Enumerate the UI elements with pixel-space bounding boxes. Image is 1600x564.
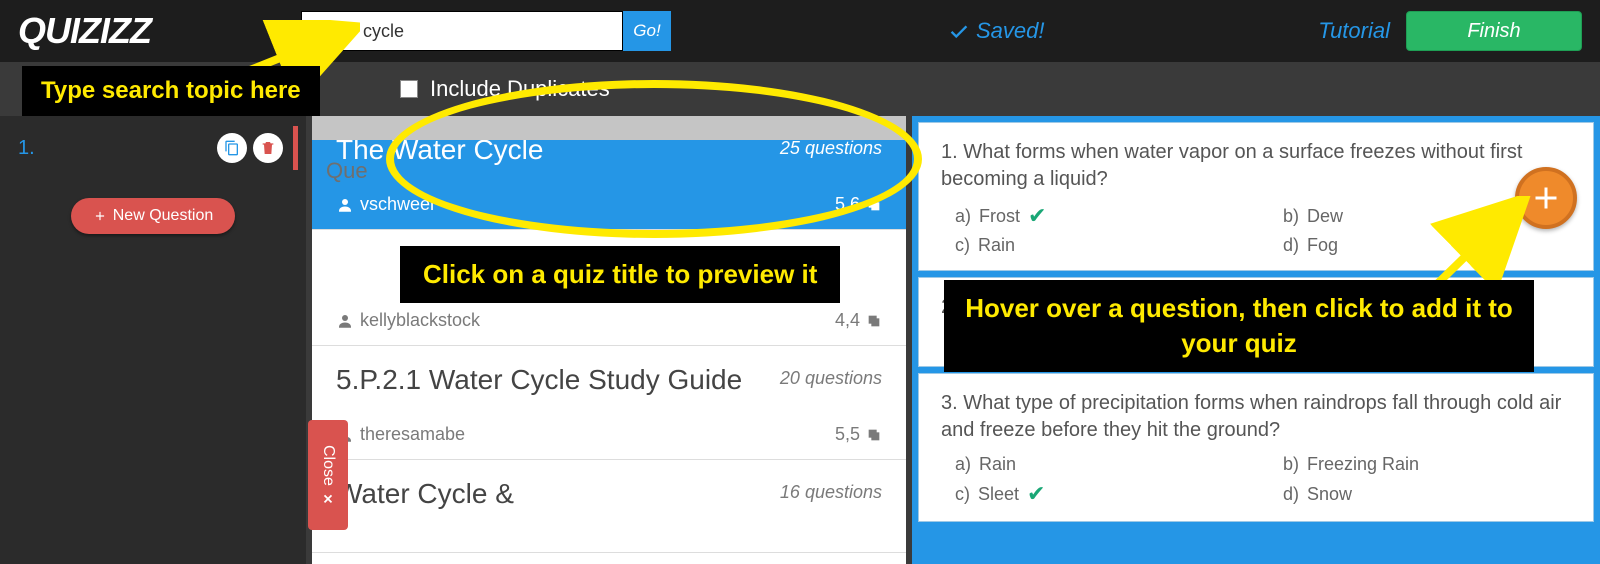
question-number: 1. bbox=[18, 137, 35, 160]
check-icon: ✔ bbox=[1028, 203, 1046, 229]
answer-option: d) Snow bbox=[1283, 481, 1571, 507]
quiz-score: 5,6 bbox=[835, 194, 882, 215]
answer-option: b) Freezing Rain bbox=[1283, 454, 1571, 475]
search-input[interactable] bbox=[301, 11, 623, 51]
quiz-question-count: 16 questions bbox=[780, 482, 882, 503]
question-text: 3. What type of precipitation forms when… bbox=[941, 390, 1571, 444]
new-question-button[interactable]: New Question bbox=[71, 198, 235, 234]
answer-option: d) Fog bbox=[1283, 235, 1571, 256]
plus-icon bbox=[1528, 180, 1564, 216]
question-actions bbox=[217, 133, 283, 163]
copy-icon bbox=[224, 140, 240, 156]
copy-question-button[interactable] bbox=[217, 133, 247, 163]
answer-option: a) Rain bbox=[955, 454, 1243, 475]
answer-option: a) Frost ✔ bbox=[955, 203, 1243, 229]
app-header: QUIZIZZ Go! Saved! Tutorial Finish bbox=[0, 0, 1600, 62]
close-icon bbox=[321, 491, 335, 505]
quiz-question-count: 25 questions bbox=[780, 138, 882, 159]
answer-grid: a) Frost ✔ b) Dew c) Rain d) Fog bbox=[941, 203, 1571, 256]
sidebar: 1. New Question bbox=[0, 116, 306, 564]
close-label: Close bbox=[319, 445, 337, 486]
quiz-meta: vschweer 5,6 bbox=[336, 194, 882, 215]
quiz-meta: theresamabe 5,5 bbox=[336, 424, 882, 445]
quiz-score-value: 5,5 bbox=[835, 424, 860, 445]
question-text: 1. What forms when water vapor on a surf… bbox=[941, 139, 1571, 193]
quiz-list: The Water Cycle 25 questions vschweer 5,… bbox=[312, 116, 906, 564]
quiz-author-name: kellyblackstock bbox=[360, 310, 480, 331]
question-preview[interactable]: 3. What type of precipitation forms when… bbox=[918, 373, 1594, 522]
user-icon bbox=[336, 312, 354, 330]
saved-status: Saved! bbox=[948, 18, 1045, 44]
include-duplicates-checkbox[interactable] bbox=[400, 80, 418, 98]
questions-tab-label: Que bbox=[326, 158, 368, 184]
stack-icon bbox=[866, 427, 882, 443]
quiz-score-value: 5,6 bbox=[835, 194, 860, 215]
check-icon: ✔ bbox=[1027, 481, 1045, 507]
stack-icon bbox=[866, 313, 882, 329]
include-duplicates-label: Include Duplicates bbox=[430, 76, 610, 102]
quizizz-logo: QUIZIZZ bbox=[18, 10, 151, 52]
question-row[interactable]: 1. bbox=[8, 126, 298, 170]
answer-option: c) Sleet ✔ bbox=[955, 481, 1243, 507]
quiz-score: 5,5 bbox=[835, 424, 882, 445]
question-preview[interactable]: 1. What forms when water vapor on a surf… bbox=[918, 122, 1594, 271]
plus-icon bbox=[93, 209, 107, 223]
quiz-author-name: theresamabe bbox=[360, 424, 465, 445]
quiz-results-panel: Que The Water Cycle 25 questions vschwee… bbox=[306, 116, 912, 564]
quiz-meta: kellyblackstock 4,4 bbox=[336, 310, 882, 331]
quiz-author: vschweer bbox=[336, 194, 436, 215]
quiz-result[interactable]: 5.P.2.1 Water Cycle Study Guide 20 quest… bbox=[312, 346, 906, 460]
stack-icon bbox=[866, 197, 882, 213]
quiz-author: kellyblackstock bbox=[336, 310, 480, 331]
quiz-author-name: vschweer bbox=[360, 194, 436, 215]
search-wrap: Go! bbox=[301, 11, 671, 51]
add-question-button[interactable] bbox=[1515, 167, 1577, 229]
saved-label: Saved! bbox=[976, 18, 1045, 44]
annotation-quiz-title: Click on a quiz title to preview it bbox=[400, 246, 840, 303]
finish-button[interactable]: Finish bbox=[1406, 11, 1582, 51]
quiz-result[interactable]: Water Cycle & 16 questions bbox=[312, 460, 906, 553]
answer-option: c) Rain bbox=[955, 235, 1243, 256]
delete-question-button[interactable] bbox=[253, 133, 283, 163]
check-icon bbox=[948, 20, 970, 42]
close-panel-button[interactable]: Close bbox=[308, 420, 348, 530]
user-icon bbox=[336, 196, 354, 214]
tutorial-link[interactable]: Tutorial bbox=[1318, 18, 1390, 44]
quiz-author: theresamabe bbox=[336, 424, 465, 445]
trash-icon bbox=[260, 140, 276, 156]
annotation-search: Type search topic here bbox=[22, 66, 320, 116]
panel-shade bbox=[312, 116, 906, 140]
annotation-hover-add: Hover over a question, then click to add… bbox=[944, 280, 1534, 372]
new-question-label: New Question bbox=[113, 207, 214, 225]
quiz-score-value: 4,4 bbox=[835, 310, 860, 331]
quiz-question-count: 20 questions bbox=[780, 368, 882, 389]
quiz-score: 4,4 bbox=[835, 310, 882, 331]
go-button[interactable]: Go! bbox=[623, 11, 671, 51]
answer-grid: a) Rain b) Freezing Rain c) Sleet ✔ d) S… bbox=[941, 454, 1571, 507]
